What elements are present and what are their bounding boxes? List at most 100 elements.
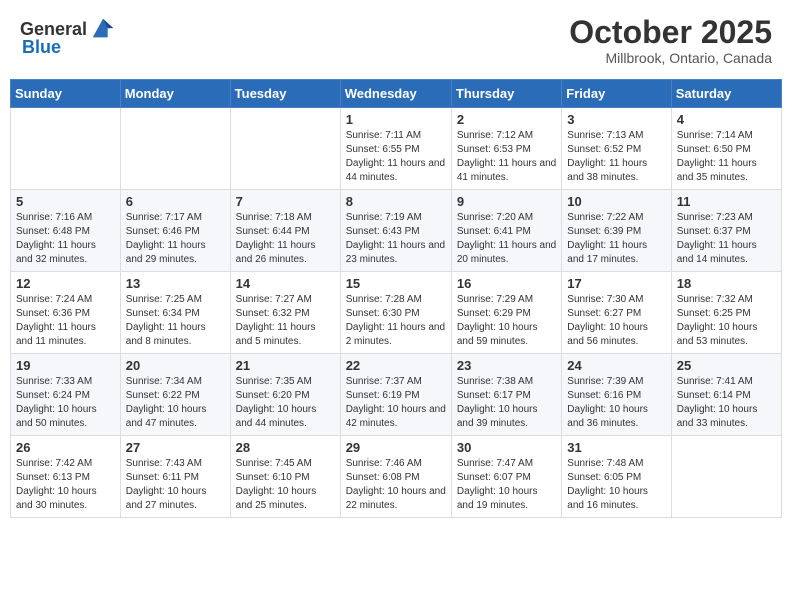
- calendar-week-5: 26 Sunrise: 7:42 AM Sunset: 6:13 PM Dayli…: [11, 436, 782, 518]
- day-number: 10: [567, 194, 665, 209]
- day-number: 9: [457, 194, 556, 209]
- weekday-header-row: SundayMondayTuesdayWednesdayThursdayFrid…: [11, 80, 782, 108]
- day-info: Sunrise: 7:19 AM Sunset: 6:43 PM Dayligh…: [346, 211, 446, 267]
- calendar-cell: [671, 436, 781, 518]
- calendar-cell: 4Sunrise: 7:14 AM Sunset: 6:50 PM Daylig…: [671, 108, 781, 190]
- calendar-cell: 25 Sunrise: 7:41 AM Sunset: 6:14 PM Dayli…: [671, 354, 781, 436]
- location: Millbrook, Ontario, Canada: [569, 50, 772, 66]
- calendar-cell: 3 Sunrise: 7:13 AM Sunset: 6:52 PM Daylig…: [562, 108, 671, 190]
- calendar-cell: 9 Sunrise: 7:20 AM Sunset: 6:41 PM Daylig…: [451, 190, 561, 272]
- day-info: Sunrise: 7:37 AM Sunset: 6:19 PM Dayligh…: [346, 375, 446, 431]
- calendar-cell: 18Sunrise: 7:32 AM Sunset: 6:25 PM Dayli…: [671, 272, 781, 354]
- day-number: 8: [346, 194, 446, 209]
- calendar-cell: 6Sunrise: 7:17 AM Sunset: 6:46 PM Daylig…: [120, 190, 230, 272]
- day-number: 5: [16, 194, 115, 209]
- calendar-cell: [120, 108, 230, 190]
- day-info: Sunrise: 7:16 AM Sunset: 6:48 PM Dayligh…: [16, 211, 115, 267]
- day-number: 2: [457, 112, 556, 127]
- day-info: Sunrise: 7:28 AM Sunset: 6:30 PM Dayligh…: [346, 293, 446, 349]
- day-number: 26: [16, 440, 115, 455]
- day-number: 23: [457, 358, 556, 373]
- logo-icon: [89, 15, 117, 43]
- weekday-header-sunday: Sunday: [11, 80, 121, 108]
- weekday-header-tuesday: Tuesday: [230, 80, 340, 108]
- day-number: 25: [677, 358, 776, 373]
- calendar-week-1: 1 Sunrise: 7:11 AM Sunset: 6:55 PM Daylig…: [11, 108, 782, 190]
- day-number: 12: [16, 276, 115, 291]
- calendar-cell: 14 Sunrise: 7:27 AM Sunset: 6:32 PM Dayli…: [230, 272, 340, 354]
- calendar-cell: 13Sunrise: 7:25 AM Sunset: 6:34 PM Dayli…: [120, 272, 230, 354]
- day-info: Sunrise: 7:30 AM Sunset: 6:27 PM Dayligh…: [567, 293, 665, 349]
- calendar-week-3: 12 Sunrise: 7:24 AM Sunset: 6:36 PM Dayli…: [11, 272, 782, 354]
- weekday-header-monday: Monday: [120, 80, 230, 108]
- day-info: Sunrise: 7:18 AM Sunset: 6:44 PM Dayligh…: [236, 211, 335, 267]
- title-section: October 2025 Millbrook, Ontario, Canada: [569, 15, 772, 66]
- calendar-table: SundayMondayTuesdayWednesdayThursdayFrid…: [10, 79, 782, 518]
- day-number: 27: [126, 440, 225, 455]
- calendar-cell: 26 Sunrise: 7:42 AM Sunset: 6:13 PM Dayli…: [11, 436, 121, 518]
- day-info: Sunrise: 7:39 AM Sunset: 6:16 PM Dayligh…: [567, 375, 665, 431]
- day-info: Sunrise: 7:27 AM Sunset: 6:32 PM Dayligh…: [236, 293, 335, 349]
- calendar-cell: [230, 108, 340, 190]
- day-number: 14: [236, 276, 335, 291]
- day-info: Sunrise: 7:32 AM Sunset: 6:25 PM Dayligh…: [677, 293, 776, 349]
- day-info: Sunrise: 7:22 AM Sunset: 6:39 PM Dayligh…: [567, 211, 665, 267]
- calendar-cell: 19 Sunrise: 7:33 AM Sunset: 6:24 PM Dayli…: [11, 354, 121, 436]
- calendar-cell: 5 Sunrise: 7:16 AM Sunset: 6:48 PM Daylig…: [11, 190, 121, 272]
- calendar-cell: 16 Sunrise: 7:29 AM Sunset: 6:29 PM Dayli…: [451, 272, 561, 354]
- day-number: 7: [236, 194, 335, 209]
- weekday-header-friday: Friday: [562, 80, 671, 108]
- calendar-cell: 28 Sunrise: 7:45 AM Sunset: 6:10 PM Dayli…: [230, 436, 340, 518]
- calendar-cell: 12 Sunrise: 7:24 AM Sunset: 6:36 PM Dayli…: [11, 272, 121, 354]
- calendar-cell: 29 Sunrise: 7:46 AM Sunset: 6:08 PM Dayli…: [340, 436, 451, 518]
- logo: General Blue: [20, 15, 117, 58]
- day-number: 22: [346, 358, 446, 373]
- calendar-cell: 11Sunrise: 7:23 AM Sunset: 6:37 PM Dayli…: [671, 190, 781, 272]
- day-number: 4: [677, 112, 776, 127]
- day-info: Sunrise: 7:24 AM Sunset: 6:36 PM Dayligh…: [16, 293, 115, 349]
- calendar-cell: 7 Sunrise: 7:18 AM Sunset: 6:44 PM Daylig…: [230, 190, 340, 272]
- day-info: Sunrise: 7:20 AM Sunset: 6:41 PM Dayligh…: [457, 211, 556, 267]
- day-info: Sunrise: 7:13 AM Sunset: 6:52 PM Dayligh…: [567, 129, 665, 185]
- day-number: 24: [567, 358, 665, 373]
- calendar-cell: 10 Sunrise: 7:22 AM Sunset: 6:39 PM Dayli…: [562, 190, 671, 272]
- day-number: 21: [236, 358, 335, 373]
- day-info: Sunrise: 7:29 AM Sunset: 6:29 PM Dayligh…: [457, 293, 556, 349]
- calendar-cell: 21Sunrise: 7:35 AM Sunset: 6:20 PM Dayli…: [230, 354, 340, 436]
- day-number: 15: [346, 276, 446, 291]
- day-info: Sunrise: 7:38 AM Sunset: 6:17 PM Dayligh…: [457, 375, 556, 431]
- calendar-cell: 2 Sunrise: 7:12 AM Sunset: 6:53 PM Daylig…: [451, 108, 561, 190]
- calendar-cell: 8 Sunrise: 7:19 AM Sunset: 6:43 PM Daylig…: [340, 190, 451, 272]
- day-number: 29: [346, 440, 446, 455]
- day-number: 30: [457, 440, 556, 455]
- day-info: Sunrise: 7:25 AM Sunset: 6:34 PM Dayligh…: [126, 293, 225, 349]
- calendar-week-2: 5 Sunrise: 7:16 AM Sunset: 6:48 PM Daylig…: [11, 190, 782, 272]
- calendar-cell: 15 Sunrise: 7:28 AM Sunset: 6:30 PM Dayli…: [340, 272, 451, 354]
- day-number: 19: [16, 358, 115, 373]
- calendar-cell: 30Sunrise: 7:47 AM Sunset: 6:07 PM Dayli…: [451, 436, 561, 518]
- weekday-header-saturday: Saturday: [671, 80, 781, 108]
- page-header: General Blue October 2025 Millbrook, Ont…: [10, 10, 782, 71]
- day-info: Sunrise: 7:33 AM Sunset: 6:24 PM Dayligh…: [16, 375, 115, 431]
- day-number: 6: [126, 194, 225, 209]
- day-number: 28: [236, 440, 335, 455]
- day-number: 20: [126, 358, 225, 373]
- day-info: Sunrise: 7:43 AM Sunset: 6:11 PM Dayligh…: [126, 457, 225, 513]
- logo-blue: Blue: [22, 37, 61, 58]
- day-info: Sunrise: 7:45 AM Sunset: 6:10 PM Dayligh…: [236, 457, 335, 513]
- day-info: Sunrise: 7:34 AM Sunset: 6:22 PM Dayligh…: [126, 375, 225, 431]
- day-info: Sunrise: 7:12 AM Sunset: 6:53 PM Dayligh…: [457, 129, 556, 185]
- day-number: 1: [346, 112, 446, 127]
- day-number: 31: [567, 440, 665, 455]
- day-info: Sunrise: 7:41 AM Sunset: 6:14 PM Dayligh…: [677, 375, 776, 431]
- month-title: October 2025: [569, 15, 772, 50]
- calendar-cell: 27 Sunrise: 7:43 AM Sunset: 6:11 PM Dayli…: [120, 436, 230, 518]
- day-number: 11: [677, 194, 776, 209]
- day-number: 3: [567, 112, 665, 127]
- day-number: 16: [457, 276, 556, 291]
- calendar-cell: 31 Sunrise: 7:48 AM Sunset: 6:05 PM Dayli…: [562, 436, 671, 518]
- day-info: Sunrise: 7:42 AM Sunset: 6:13 PM Dayligh…: [16, 457, 115, 513]
- day-info: Sunrise: 7:11 AM Sunset: 6:55 PM Dayligh…: [346, 129, 446, 185]
- day-info: Sunrise: 7:46 AM Sunset: 6:08 PM Dayligh…: [346, 457, 446, 513]
- day-info: Sunrise: 7:48 AM Sunset: 6:05 PM Dayligh…: [567, 457, 665, 513]
